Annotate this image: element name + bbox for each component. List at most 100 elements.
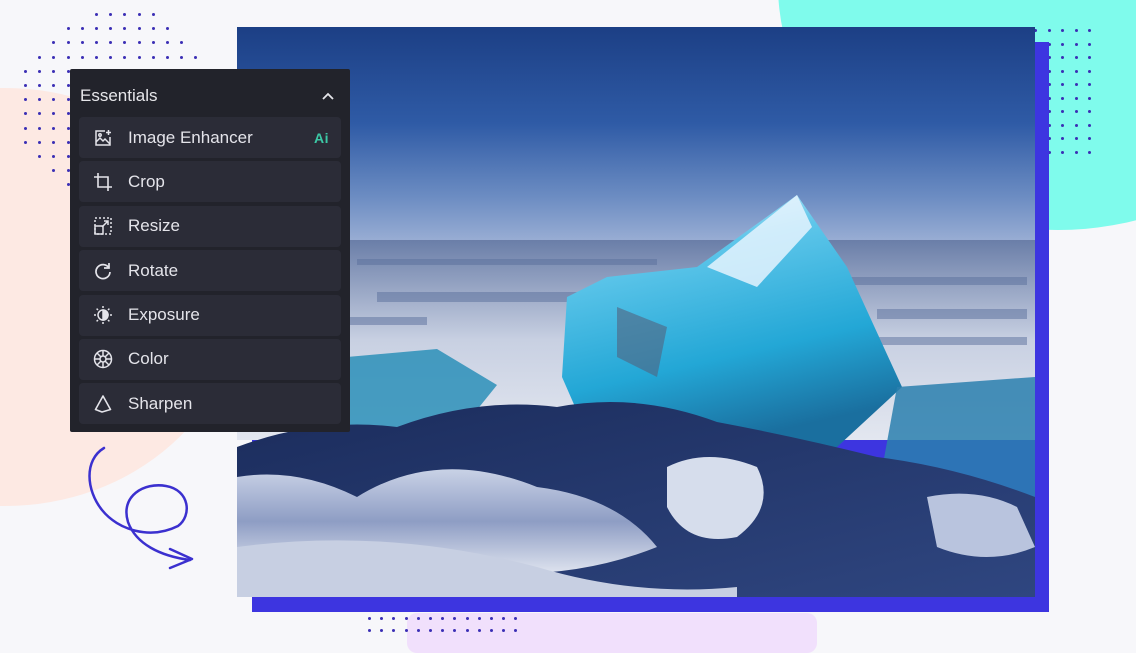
decorative-dot xyxy=(38,84,42,87)
decorative-dot xyxy=(95,27,98,31)
decorative-dot xyxy=(123,41,127,45)
decorative-dot xyxy=(1061,56,1064,59)
decorative-dot xyxy=(151,55,155,59)
decorative-dot xyxy=(416,629,420,633)
decorative-dot xyxy=(380,617,384,620)
decorative-dot xyxy=(1074,110,1078,113)
decorative-dot xyxy=(151,27,155,31)
decorative-dot xyxy=(1074,56,1078,59)
decorative-dot xyxy=(137,13,141,16)
decorative-dot xyxy=(1061,83,1064,86)
decorative-dot xyxy=(137,27,141,31)
decorative-dot xyxy=(95,41,98,45)
panel-header[interactable]: Essentials xyxy=(80,83,336,109)
decorative-dot xyxy=(1088,29,1091,32)
tool-color[interactable]: Color xyxy=(79,338,341,380)
decorative-dot xyxy=(166,41,169,45)
decorative-dot xyxy=(404,617,408,620)
edited-photo-canvas[interactable] xyxy=(237,27,1035,597)
tool-label: Sharpen xyxy=(128,393,193,413)
decorative-dot xyxy=(123,27,127,31)
decorative-loop-arrow-icon xyxy=(88,446,194,570)
decorative-dot xyxy=(490,617,493,620)
decorative-dot xyxy=(1088,83,1091,86)
decorative-dot xyxy=(1088,56,1091,59)
decorative-dot xyxy=(52,84,56,87)
decorative-dot xyxy=(52,41,56,45)
decorative-dot xyxy=(1088,69,1091,73)
decorative-dot xyxy=(1088,42,1091,46)
panel-title: Essentials xyxy=(80,86,158,105)
decorative-dot xyxy=(368,617,371,620)
decorative-dot xyxy=(24,69,27,73)
decorative-dot xyxy=(66,41,70,45)
decorative-dot xyxy=(24,140,27,144)
decorative-dot xyxy=(416,617,420,620)
decorative-dot xyxy=(1074,42,1078,46)
decorative-dot xyxy=(392,629,396,633)
decorative-dot xyxy=(1074,83,1078,86)
decorative-dot xyxy=(95,13,98,16)
decorative-dot xyxy=(80,55,84,59)
color-wheel-icon xyxy=(93,349,113,369)
decorative-dot xyxy=(1088,110,1091,113)
tool-exposure[interactable]: Exposure xyxy=(79,294,341,336)
tool-label: Color xyxy=(128,349,169,369)
decorative-dot xyxy=(1061,29,1064,32)
decorative-dot xyxy=(80,41,84,45)
ai-badge: Ai xyxy=(314,129,329,146)
decorative-dot xyxy=(1061,150,1064,154)
sharpen-icon xyxy=(93,394,113,414)
decorative-dot xyxy=(477,617,481,620)
decorative-dot xyxy=(1074,150,1078,154)
decorative-dot xyxy=(429,617,432,620)
decorative-dot xyxy=(392,617,396,620)
decorative-dot xyxy=(465,617,469,620)
decorative-dot xyxy=(137,55,141,59)
decorative-dot xyxy=(109,27,113,31)
decorative-dot xyxy=(166,27,169,31)
decorative-dot xyxy=(1074,29,1078,32)
tool-image-enhancer[interactable]: Image Enhancer Ai xyxy=(79,117,341,158)
decorative-dot xyxy=(66,55,70,59)
decorative-dot xyxy=(380,629,384,633)
chevron-up-icon[interactable] xyxy=(320,88,336,104)
decorative-dot xyxy=(1074,123,1078,127)
decorative-dot xyxy=(1074,137,1078,140)
decorative-dot xyxy=(1088,96,1091,100)
decorative-dot xyxy=(1088,137,1091,140)
decorative-dot xyxy=(404,629,408,633)
decorative-dot xyxy=(1061,69,1064,73)
tool-sharpen[interactable]: Sharpen xyxy=(79,383,341,425)
decorative-dot xyxy=(1061,110,1064,113)
decorative-dot xyxy=(52,55,56,59)
decorative-dot xyxy=(1074,96,1078,100)
crop-icon xyxy=(93,172,113,192)
decorative-dot xyxy=(1088,123,1091,127)
decorative-dot xyxy=(180,41,184,45)
tool-label: Resize xyxy=(128,216,180,236)
tool-label: Crop xyxy=(128,171,165,191)
decorative-dot xyxy=(151,41,155,45)
decorative-dot xyxy=(52,69,56,73)
decorative-dot xyxy=(194,55,198,59)
tool-label: Image Enhancer xyxy=(128,127,253,147)
decorative-dot xyxy=(180,55,184,59)
tool-crop[interactable]: Crop xyxy=(79,161,341,203)
ice-landscape-photo xyxy=(237,27,1035,597)
tool-list: Image Enhancer Ai Crop Resize Rotate Exp… xyxy=(79,117,341,428)
decorative-dot xyxy=(24,126,27,130)
resize-icon xyxy=(93,216,113,236)
decorative-dot xyxy=(166,55,169,59)
decorative-dot xyxy=(38,140,42,144)
decorative-dot xyxy=(1061,137,1064,140)
tool-label: Exposure xyxy=(128,305,200,325)
tool-label: Rotate xyxy=(128,260,179,280)
decorative-dot xyxy=(368,629,371,633)
tool-rotate[interactable]: Rotate xyxy=(79,250,341,292)
image-sparkle-icon xyxy=(93,128,113,148)
decorative-dot xyxy=(95,55,98,59)
tool-resize[interactable]: Resize xyxy=(79,205,341,247)
decorative-dot xyxy=(1088,150,1091,154)
exposure-icon xyxy=(93,305,113,325)
